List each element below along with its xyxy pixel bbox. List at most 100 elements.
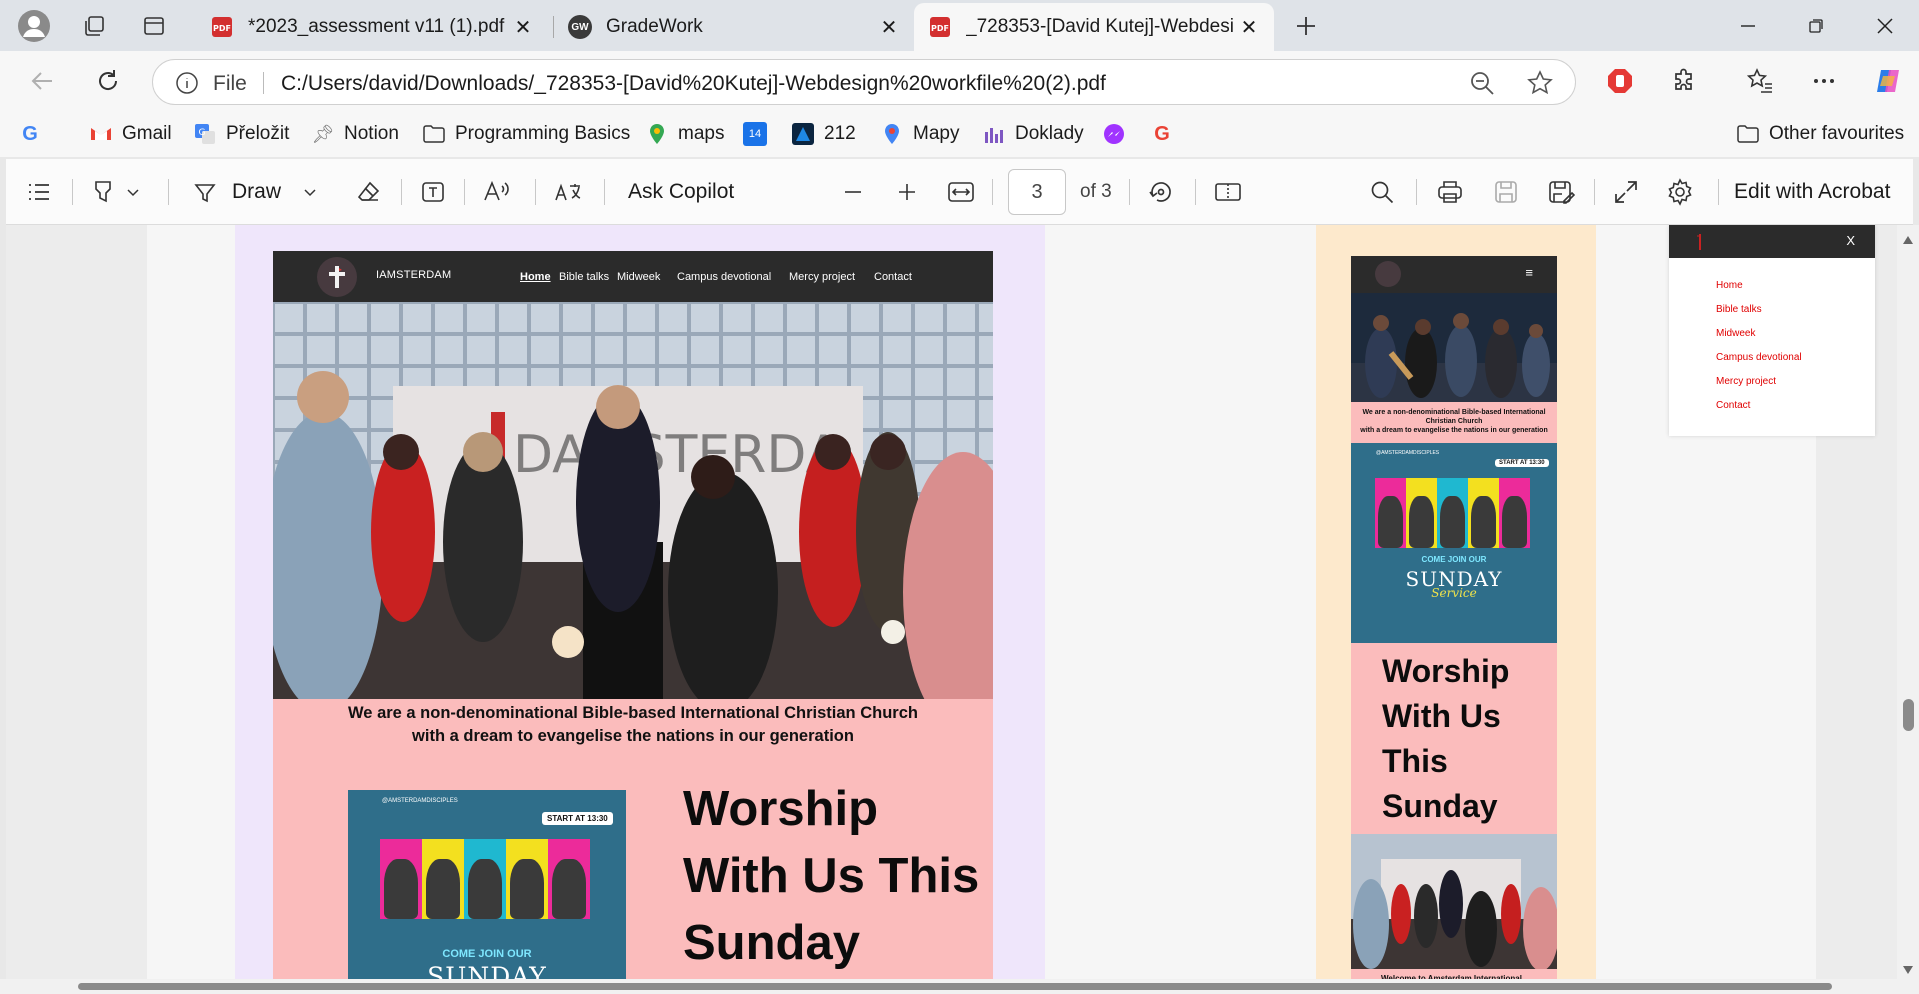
scroll-down-icon[interactable] [1902,965,1914,975]
poster-face [468,859,502,919]
menu-midweek: Midweek [1716,328,1756,339]
find-button[interactable] [1369,176,1395,208]
contents-button[interactable] [26,176,52,208]
page-number-input[interactable]: 3 [1008,169,1066,215]
tab-webdesign-pdf[interactable]: PDF _728353-[David Kutej]-Webdesign work… [914,3,1274,51]
translate-button[interactable] [554,176,584,208]
favorite-label: Notion [344,123,399,144]
gmail-icon [91,128,111,140]
favorite-mapy[interactable]: Mapy [880,120,959,148]
draw-button[interactable]: Draw [192,176,317,208]
close-tab-icon[interactable]: ✕ [1234,12,1264,42]
menu-campus-devotional: Campus devotional [1716,352,1802,363]
poster-face [510,859,544,919]
add-text-button[interactable] [420,176,446,208]
pdf-viewport[interactable]: IAMSTERDAM Home Bible talks Midweek Camp… [6,225,1913,994]
save-button[interactable] [1493,176,1519,208]
ask-copilot-label: Ask Copilot [628,180,735,203]
back-arrow-icon [31,72,52,90]
navigation-bar: File C:/Users/david/Downloads/_728353-[D… [0,51,1919,111]
minimize-button[interactable] [1718,0,1778,51]
tab-assessment-pdf[interactable]: PDF *2023_assessment v11 (1).pdf ✕ [196,3,548,51]
vertical-scroll-thumb[interactable] [1903,699,1914,731]
new-tab-button[interactable] [1288,8,1324,44]
draw-label: Draw [232,180,282,203]
favorite-google[interactable]: G [18,120,51,148]
chevron-down-icon[interactable] [303,185,317,199]
divider [1718,179,1719,205]
other-favourites[interactable]: Other favourites [1736,120,1904,148]
tab-title: *2023_assessment v11 (1).pdf [248,16,505,37]
zoom-in-button[interactable] [896,176,918,208]
close-tab-icon[interactable]: ✕ [874,12,904,42]
vertical-scrollbar[interactable] [1897,225,1919,994]
print-button[interactable] [1436,176,1464,208]
erase-button[interactable] [356,176,382,208]
zoom-out-button[interactable] [842,176,864,208]
info-icon[interactable] [175,71,199,95]
poster-photo-strip [1499,478,1530,548]
read-aloud-button[interactable] [482,176,510,208]
favorite-calendar[interactable]: 14 [743,120,776,148]
poster-face [426,859,460,919]
favorite-maps[interactable]: maps [645,120,724,148]
hero-photo: DAMSTERDA [273,302,993,699]
save-as-icon [1549,181,1575,204]
translate-icon [555,183,581,201]
favorite-notion[interactable]: 📌︎ Notion [311,120,399,148]
refresh-button[interactable] [88,61,128,101]
favorite-doklady[interactable]: Doklady [982,120,1084,148]
fit-width-button[interactable] [947,176,975,208]
settings-more-button[interactable] [1804,61,1844,101]
favorite-google-2[interactable]: G [1150,120,1183,148]
divider [1129,179,1130,205]
fullscreen-button[interactable] [1613,176,1639,208]
plus-icon [1297,17,1315,35]
poster-face [1440,495,1465,548]
mobile-navbar: ≡ [1351,256,1557,293]
favorite-gmail[interactable]: Gmail [89,120,172,148]
extensions-button[interactable] [1664,61,1704,101]
menu-contact: Contact [874,271,912,283]
mobile-menu-header: X [1669,225,1875,258]
save-as-button[interactable] [1547,176,1575,208]
horizontal-scrollbar[interactable] [0,979,1897,994]
address-bar[interactable]: File C:/Users/david/Downloads/_728353-[D… [152,59,1576,105]
scroll-up-icon[interactable] [1902,235,1914,245]
divider [992,179,993,205]
menu-contact: Contact [1716,400,1751,411]
svg-text:G: G [199,128,206,138]
church-logo [1375,261,1401,287]
highlight-button[interactable] [90,176,140,208]
restore-button[interactable] [1786,0,1846,51]
edit-with-acrobat-button[interactable]: Edit with Acrobat [1734,176,1890,208]
divider [1416,179,1417,205]
ublock-button[interactable] [1600,61,1640,101]
profile-avatar[interactable] [16,8,52,44]
url-text[interactable]: C:/Users/david/Downloads/_728353-[David%… [281,72,1106,96]
favorite-messenger[interactable] [1102,120,1135,148]
ask-copilot-button[interactable]: Ask Copilot [628,176,734,208]
favorite-translate[interactable]: G Přeložit [193,120,289,148]
back-button[interactable] [22,61,62,101]
pdf-settings-button[interactable] [1666,176,1694,208]
chevron-down-icon[interactable] [126,185,140,199]
tab-actions-button[interactable] [136,8,172,44]
tab-gradework[interactable]: GW GradeWork ✕ [554,3,914,51]
pdf-icon: PDF [930,17,950,37]
page-view-button[interactable] [1214,176,1244,208]
favorite-programming-basics[interactable]: Programming Basics [422,120,630,148]
favorites-button[interactable] [1740,61,1780,101]
close-tab-icon[interactable]: ✕ [508,12,538,42]
favorite-label: Gmail [122,123,172,144]
workspaces-button[interactable] [76,8,112,44]
close-window-button[interactable] [1855,0,1915,51]
rotate-button[interactable] [1147,176,1175,208]
tab-title: GradeWork [606,16,703,37]
favorite-212[interactable]: 212 [791,120,856,148]
copilot-button[interactable] [1868,61,1908,101]
zoom-out-icon[interactable] [1469,70,1495,96]
favorite-star-icon[interactable] [1527,70,1553,96]
poster-handle: @AMSTERDAMDISCIPLES [1376,450,1440,456]
horizontal-scroll-thumb[interactable] [78,983,1832,990]
